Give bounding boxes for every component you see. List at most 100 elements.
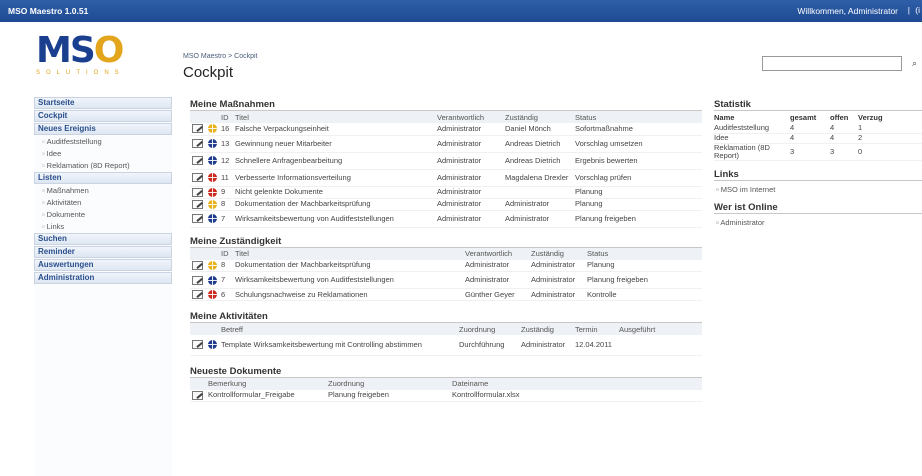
cell-betreff[interactable]: Template Wirksamkeitsbewertung mit Contr… bbox=[219, 335, 457, 355]
cell-titel[interactable]: Schnellere Anfragenbearbeitung bbox=[233, 152, 435, 169]
cell-ausgefuehrt bbox=[617, 335, 702, 355]
col-termin[interactable]: Termin bbox=[573, 323, 617, 335]
sidebar-item-dokumente[interactable]: ▫ Dokumente bbox=[34, 209, 172, 221]
edit-icon[interactable] bbox=[192, 187, 203, 197]
col-status[interactable]: Status bbox=[585, 247, 702, 260]
edit-icon[interactable] bbox=[192, 214, 203, 223]
edit-icon[interactable] bbox=[192, 290, 203, 299]
sidebar-item-reklamation-8d-report[interactable]: ▫ Reklamation (8D Report) bbox=[34, 160, 172, 172]
table-row[interactable]: 8 Dokumentation der Machbarkeitsprüfung Ad… bbox=[190, 198, 702, 210]
table-row: Reklamation (8D Report) 3 3 0 bbox=[714, 143, 922, 160]
table-row[interactable]: 7 Wirksamkeitsbewertung von Auditfeststel… bbox=[190, 210, 702, 227]
col-id[interactable]: ID bbox=[219, 111, 233, 123]
col-zuordnung[interactable]: Zuordnung bbox=[326, 377, 450, 390]
edit-icon[interactable] bbox=[192, 124, 203, 134]
sidebar-item-reminder[interactable]: Reminder bbox=[34, 246, 172, 258]
cell-zustaendig: Daniel Mönch bbox=[505, 123, 551, 133]
table-row[interactable]: 13 Gewinnung neuer Mitarbeiter Administrat… bbox=[190, 135, 702, 152]
table-row[interactable]: Template Wirksamkeitsbewertung mit Contr… bbox=[190, 335, 702, 355]
table-row[interactable]: 12 Schnellere Anfragenbearbeitung Administ… bbox=[190, 152, 702, 169]
status-ball-red-icon bbox=[208, 187, 217, 197]
col-zuordnung[interactable]: Zuordnung bbox=[457, 323, 519, 335]
logo-wordmark: MSO bbox=[36, 30, 124, 71]
info-icon[interactable]: (i bbox=[915, 5, 920, 15]
cell-zustaendig bbox=[503, 186, 573, 198]
col-zustaendig[interactable]: Zuständig bbox=[519, 323, 573, 335]
col-status[interactable]: Status bbox=[573, 111, 702, 123]
col-dateiname[interactable]: Dateiname bbox=[450, 377, 702, 390]
col-id[interactable]: ID bbox=[219, 247, 233, 260]
table-row[interactable]: 7 Wirksamkeitsbewertung von Auditfeststel… bbox=[190, 272, 702, 289]
table-row[interactable]: 9 Nicht gelenkte Dokumente Administrator Pl… bbox=[190, 186, 702, 198]
edit-icon[interactable] bbox=[192, 275, 203, 285]
table-row[interactable]: 16 Falsche Verpackungseinheit Administrato… bbox=[190, 123, 702, 135]
cell-titel[interactable]: Dokumentation der Machbarkeitsprüfung bbox=[233, 198, 435, 210]
cell-dateiname[interactable]: Kontrollformular.xlsx bbox=[450, 390, 702, 402]
col-verantwortlich[interactable]: Verantwortlich bbox=[435, 111, 503, 123]
col-verantwortlich[interactable]: Verantwortlich bbox=[463, 247, 529, 260]
sidebar-item-neues-ereignis[interactable]: Neues Ereignis bbox=[34, 123, 172, 135]
sidebar-item-maßnahmen[interactable]: ▫ Maßnahmen bbox=[34, 185, 172, 197]
edit-icon[interactable] bbox=[192, 199, 203, 209]
edit-icon[interactable] bbox=[192, 173, 203, 182]
cell-titel[interactable]: Verbesserte Informationsverteilung bbox=[233, 169, 435, 186]
edit-icon[interactable] bbox=[192, 260, 203, 270]
col-zustaendig[interactable]: Zuständig bbox=[529, 247, 585, 260]
bullet-icon: ▫ bbox=[42, 186, 45, 195]
cell-gesamt: 4 bbox=[790, 133, 795, 142]
edit-icon[interactable] bbox=[192, 390, 203, 400]
mso-logo[interactable]: MSO SOLUTIONS bbox=[36, 33, 132, 81]
cell-name: Reklamation (8D Report) bbox=[714, 142, 770, 160]
bullet-icon: ▫ bbox=[42, 149, 45, 158]
sidebar-item-links[interactable]: ▫ Links bbox=[34, 221, 172, 233]
cell-titel[interactable]: Dokumentation der Machbarkeitsprüfung bbox=[233, 260, 463, 272]
col-bemerkung[interactable]: Bemerkung bbox=[206, 377, 326, 390]
sidebar-item-auditfeststellung[interactable]: ▫ Auditfeststellung bbox=[34, 136, 172, 148]
search-input[interactable] bbox=[762, 56, 902, 71]
table-row[interactable]: 11 Verbesserte Informationsverteilung Admi… bbox=[190, 169, 702, 186]
col-ausgefuehrt[interactable]: Ausgeführt bbox=[617, 323, 702, 335]
sidebar-item-label: Auditfeststellung bbox=[46, 137, 102, 146]
edit-cell bbox=[190, 260, 206, 272]
cell-titel[interactable]: Nicht gelenkte Dokumente bbox=[233, 186, 435, 198]
cell-titel[interactable]: Schulungsnachweise zu Reklamationen bbox=[233, 289, 463, 301]
edit-icon[interactable] bbox=[192, 340, 203, 350]
cell-id: 7 bbox=[221, 213, 226, 223]
sidebar-item-listen[interactable]: Listen bbox=[34, 172, 172, 184]
cell-titel[interactable]: Wirksamkeitsbewertung von Auditfeststell… bbox=[233, 272, 463, 289]
cell-titel[interactable]: Gewinnung neuer Mitarbeiter bbox=[233, 135, 435, 152]
sidebar-item-idee[interactable]: ▫ Idee bbox=[34, 148, 172, 160]
ball-cell bbox=[206, 198, 219, 210]
edit-icon[interactable] bbox=[192, 156, 203, 165]
welcome-user-menu[interactable]: Willkommen, Administrator bbox=[797, 6, 898, 16]
cell-verantwortlich: Administrator bbox=[437, 213, 482, 223]
col-zustaendig[interactable]: Zuständig bbox=[503, 111, 573, 123]
dokumente-table: Bemerkung Zuordnung Dateiname Kontrollfo… bbox=[190, 377, 702, 403]
edit-icon[interactable] bbox=[192, 139, 203, 148]
cell-id: 8 bbox=[221, 260, 226, 270]
cell-zuordnung: Durchführung bbox=[459, 339, 505, 349]
table-row[interactable]: Kontrollformular_Freigabe Planung freigeb… bbox=[190, 390, 702, 402]
table-row[interactable]: 8 Dokumentation der Machbarkeitsprüfung Ad… bbox=[190, 260, 702, 272]
col-titel[interactable]: Titel bbox=[233, 111, 435, 123]
section-title-online: Wer ist Online bbox=[714, 200, 922, 214]
search-icon[interactable]: ⌕ bbox=[912, 58, 917, 69]
sidebar-item-auswertungen[interactable]: Auswertungen bbox=[34, 259, 172, 271]
sidebar-item-cockpit[interactable]: Cockpit bbox=[34, 110, 172, 122]
breadcrumb[interactable]: MSO Maestro > Cockpit bbox=[183, 53, 258, 60]
sidebar-item-suchen[interactable]: Suchen bbox=[34, 233, 172, 245]
cell-gesamt: 4 bbox=[790, 122, 795, 132]
link-mso-internet[interactable]: ▫ MSO im Internet bbox=[716, 185, 922, 194]
cell-titel[interactable]: Wirksamkeitsbewertung von Auditfeststell… bbox=[233, 210, 435, 227]
ball-cell bbox=[206, 186, 219, 198]
edit-cell bbox=[190, 186, 206, 198]
sidebar-item-startseite[interactable]: Startseite bbox=[34, 97, 172, 109]
col-titel[interactable]: Titel bbox=[233, 247, 463, 260]
cell-titel[interactable]: Falsche Verpackungseinheit bbox=[233, 123, 435, 135]
cell-status: Planung freigeben bbox=[575, 213, 636, 223]
sidebar-item-aktivitäten[interactable]: ▫ Aktivitäten bbox=[34, 197, 172, 209]
cell-zustaendig: Administrator bbox=[521, 339, 566, 349]
table-row[interactable]: 6 Schulungsnachweise zu Reklamationen Günt… bbox=[190, 289, 702, 301]
col-betreff[interactable]: Betreff bbox=[219, 323, 457, 335]
sidebar-item-administration[interactable]: Administration bbox=[34, 272, 172, 284]
